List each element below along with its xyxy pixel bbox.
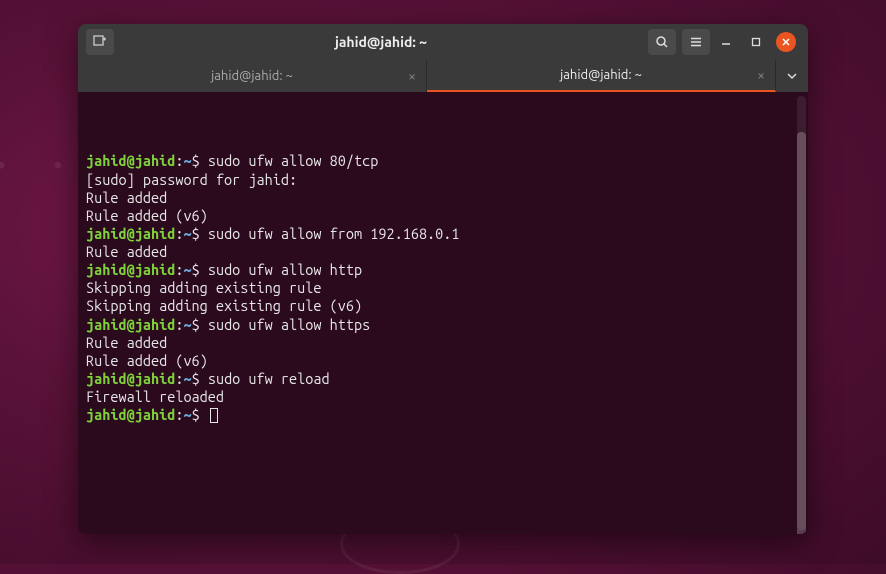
terminal-window: jahid@jahid: ~ bbox=[78, 24, 808, 534]
prompt-path: ~ bbox=[183, 316, 191, 333]
prompt-symbol: $ bbox=[192, 225, 200, 242]
prompt-symbol: $ bbox=[192, 406, 200, 423]
cursor bbox=[210, 408, 218, 423]
output-line: Skipping adding existing rule (v6) bbox=[86, 297, 800, 315]
minimize-button[interactable] bbox=[716, 32, 736, 52]
close-icon bbox=[781, 37, 791, 47]
search-button[interactable] bbox=[648, 29, 676, 55]
search-icon bbox=[655, 35, 669, 49]
new-tab-icon bbox=[93, 35, 107, 49]
scrollbar-thumb[interactable] bbox=[797, 132, 806, 534]
command-line: jahid@jahid:~$ sudo ufw reload bbox=[86, 370, 800, 388]
scrollbar[interactable] bbox=[797, 96, 806, 530]
tab-close-button[interactable]: × bbox=[757, 67, 765, 83]
hamburger-icon bbox=[689, 35, 703, 49]
prompt-user: jahid@jahid bbox=[86, 406, 175, 423]
output-line: Rule added bbox=[86, 189, 800, 207]
output-line: Skipping adding existing rule bbox=[86, 279, 800, 297]
minimize-icon bbox=[721, 37, 731, 47]
close-button[interactable] bbox=[776, 32, 796, 52]
prompt-user: jahid@jahid bbox=[86, 152, 175, 169]
window-title: jahid@jahid: ~ bbox=[120, 34, 642, 50]
tab-active[interactable]: jahid@jahid: ~ × bbox=[427, 60, 776, 92]
prompt-user: jahid@jahid bbox=[86, 316, 175, 333]
command-line: jahid@jahid:~$ bbox=[86, 406, 800, 424]
prompt-symbol: $ bbox=[192, 316, 200, 333]
command-line: jahid@jahid:~$ sudo ufw allow from 192.1… bbox=[86, 225, 800, 243]
prompt-user: jahid@jahid bbox=[86, 370, 175, 387]
prompt-path: ~ bbox=[183, 152, 191, 169]
output-line: Firewall reloaded bbox=[86, 388, 800, 406]
prompt-path: ~ bbox=[183, 261, 191, 278]
prompt-path: ~ bbox=[183, 225, 191, 242]
chevron-down-icon bbox=[787, 71, 797, 81]
command-text: sudo ufw allow 80/tcp bbox=[200, 152, 379, 169]
tab-label: jahid@jahid: ~ bbox=[211, 69, 293, 83]
prompt-symbol: $ bbox=[192, 261, 200, 278]
prompt-user: jahid@jahid bbox=[86, 261, 175, 278]
output-line: [sudo] password for jahid: bbox=[86, 171, 800, 189]
command-text: sudo ufw allow https bbox=[200, 316, 371, 333]
prompt-symbol: $ bbox=[192, 152, 200, 169]
command-line: jahid@jahid:~$ sudo ufw allow http bbox=[86, 261, 800, 279]
tab-close-button[interactable]: × bbox=[408, 68, 416, 84]
prompt-user: jahid@jahid bbox=[86, 225, 175, 242]
prompt-symbol: $ bbox=[192, 370, 200, 387]
tab-label: jahid@jahid: ~ bbox=[560, 68, 642, 82]
tab-inactive[interactable]: jahid@jahid: ~ × bbox=[78, 60, 427, 92]
new-tab-button[interactable] bbox=[86, 29, 114, 55]
titlebar: jahid@jahid: ~ bbox=[78, 24, 808, 60]
command-text: sudo ufw reload bbox=[200, 370, 330, 387]
tab-menu-button[interactable] bbox=[776, 60, 808, 92]
output-line: Rule added (v6) bbox=[86, 207, 800, 225]
terminal-output[interactable]: jahid@jahid:~$ sudo ufw allow 80/tcp[sud… bbox=[78, 92, 808, 534]
output-line: Rule added (v6) bbox=[86, 352, 800, 370]
output-line: Rule added bbox=[86, 243, 800, 261]
prompt-path: ~ bbox=[183, 370, 191, 387]
command-text bbox=[200, 406, 208, 423]
command-text: sudo ufw allow from 192.168.0.1 bbox=[200, 225, 460, 242]
prompt-path: ~ bbox=[183, 406, 191, 423]
maximize-icon bbox=[751, 37, 761, 47]
command-line: jahid@jahid:~$ sudo ufw allow https bbox=[86, 316, 800, 334]
maximize-button[interactable] bbox=[746, 32, 766, 52]
command-line: jahid@jahid:~$ sudo ufw allow 80/tcp bbox=[86, 152, 800, 170]
output-line: Rule added bbox=[86, 334, 800, 352]
command-text: sudo ufw allow http bbox=[200, 261, 362, 278]
window-controls bbox=[716, 32, 800, 52]
menu-button[interactable] bbox=[682, 29, 710, 55]
tab-bar: jahid@jahid: ~ × jahid@jahid: ~ × bbox=[78, 60, 808, 92]
